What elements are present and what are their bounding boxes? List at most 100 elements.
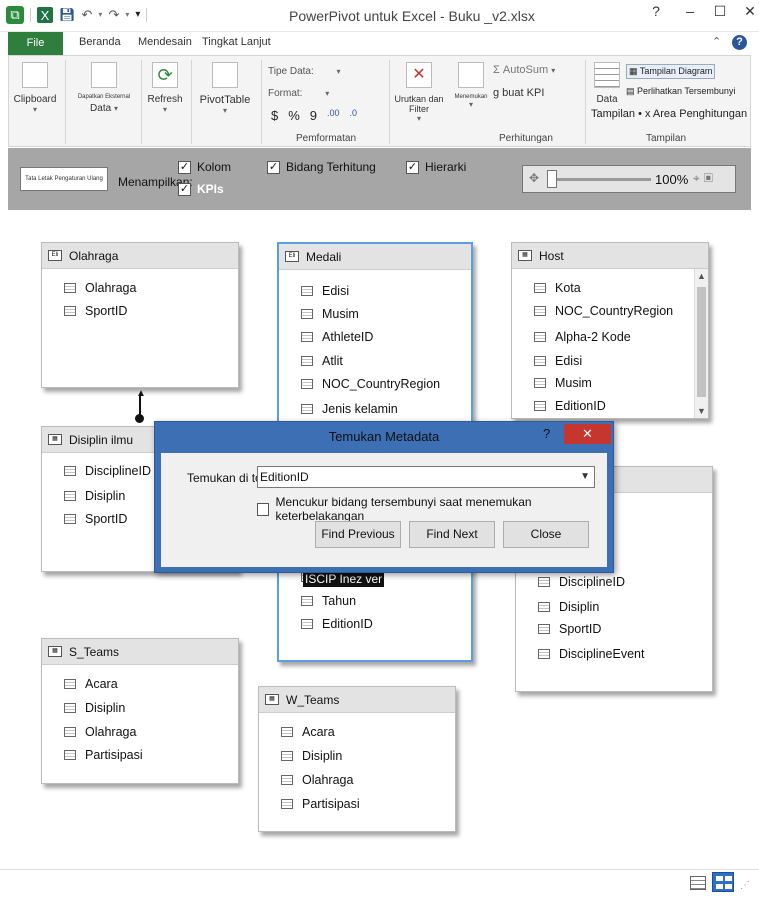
customize-qat-icon[interactable]: ▾ <box>135 6 140 24</box>
dialog-help-button[interactable]: ? <box>543 426 550 441</box>
field-item[interactable]: NOC_CountryRegion <box>301 377 440 391</box>
field-item[interactable]: Disiplin <box>64 489 125 503</box>
get-external-data-button[interactable]: Dapatkan Eksternal Data ▾ <box>69 62 139 114</box>
create-kpi-button[interactable]: g buat KPI <box>493 87 544 99</box>
minimize-button[interactable]: – <box>675 0 705 24</box>
table-scrollbar[interactable]: ▲ ▼ <box>694 269 708 418</box>
excel-icon[interactable]: X <box>37 7 53 23</box>
include-hidden-checkbox[interactable]: Mencukur bidang tersembunyi saat menemuk… <box>257 495 607 523</box>
field-item[interactable]: Partisipasi <box>64 748 143 762</box>
table-host[interactable]: ▦ Host Kota NOC_CountryRegion Alpha-2 Kod… <box>511 242 709 419</box>
table-s-teams[interactable]: ▦ S_Teams Acara Disiplin Olahraga Partisi… <box>41 638 239 784</box>
field-item[interactable]: Acara <box>281 725 335 739</box>
field-item[interactable]: Olahraga <box>64 281 136 295</box>
zoom-slider-thumb[interactable] <box>547 170 557 188</box>
undo-icon[interactable]: ↶ <box>82 6 93 24</box>
collapse-ribbon-icon[interactable]: ⌃ <box>712 35 721 48</box>
field-item[interactable]: SportID <box>64 304 127 318</box>
field-item[interactable]: DisciplineID <box>64 464 151 478</box>
table-olahraga[interactable]: Eli Olahraga Olahraga SportID <box>41 242 239 388</box>
dialog-cancel-button[interactable]: Close <box>503 521 589 548</box>
reset-layout-button[interactable]: Tata Letak Pengaturan Ulang <box>20 167 108 191</box>
diagram-view-icon[interactable] <box>712 872 734 892</box>
tab-design[interactable]: Mendesain <box>138 36 192 48</box>
field-item[interactable]: Disiplin <box>538 600 599 614</box>
pan-icon[interactable]: ✥ <box>529 171 539 185</box>
field-item[interactable]: Tahun <box>301 594 356 608</box>
tab-file[interactable]: File <box>8 32 63 55</box>
find-button[interactable]: Menemukan ▾ <box>449 62 493 109</box>
redo-dropdown-icon[interactable]: ▾ <box>125 6 129 24</box>
data-type-dropdown[interactable]: Tipe Data: ▾ <box>268 66 341 77</box>
scroll-up-icon[interactable]: ▲ <box>697 271 706 281</box>
field-item[interactable]: Musim <box>301 307 359 321</box>
field-item[interactable]: Alpha-2 Kode <box>534 330 631 344</box>
table-header[interactable]: ▦ Host <box>512 243 708 269</box>
field-item[interactable]: DisciplineEvent <box>538 647 644 661</box>
sort-filter-button[interactable]: ✕ Urutkan dan Filter ▾ <box>391 62 447 123</box>
format-dropdown[interactable]: Format: ▾ <box>268 88 329 99</box>
autosum-button[interactable]: Σ AutoSum ▾ <box>493 64 555 76</box>
find-previous-button[interactable]: Find Previous <box>315 521 401 548</box>
pivottable-button[interactable]: PivotTable ▾ <box>195 62 255 115</box>
close-button[interactable]: ✕ <box>735 0 759 24</box>
field-item[interactable]: SportID <box>538 622 601 636</box>
redo-icon[interactable]: ↷ <box>108 6 119 24</box>
save-icon[interactable]: 💾︎ <box>59 6 76 24</box>
help-button[interactable]: ? <box>641 0 671 24</box>
table-w-teams[interactable]: ▦ W_Teams Acara Disiplin Olahraga Partisi… <box>258 686 456 832</box>
increase-decimal-button[interactable]: .00 <box>327 108 340 123</box>
field-item[interactable]: SportID <box>64 512 127 526</box>
field-item[interactable]: AthleteID <box>301 330 373 344</box>
field-item[interactable]: Edisi <box>534 354 582 368</box>
field-item[interactable]: Olahraga <box>281 773 353 787</box>
fit-to-screen-icon[interactable]: ⌖▣ <box>693 171 717 186</box>
table-header[interactable]: ▦ W_Teams <box>259 687 455 713</box>
find-next-button[interactable]: Find Next <box>409 521 495 548</box>
comma-button[interactable]: 9 <box>310 108 317 123</box>
columns-checkbox[interactable]: ✓ Kolom <box>178 160 231 174</box>
find-what-combobox[interactable]: EditionID ▼ <box>257 466 595 488</box>
resize-grip-icon[interactable]: ⋰ <box>740 880 750 891</box>
table-header[interactable]: Eli Medali <box>279 244 471 270</box>
refresh-button[interactable]: ⟳ Refresh ▾ <box>143 62 187 114</box>
scrollbar-thumb[interactable] <box>697 287 706 397</box>
show-hidden-button[interactable]: ▤ Perlihatkan Tersembunyi <box>626 86 735 97</box>
field-item[interactable]: Acara <box>64 677 118 691</box>
chevron-down-icon[interactable]: ▼ <box>580 467 590 487</box>
tab-home[interactable]: Beranda <box>79 36 121 48</box>
table-header[interactable]: ▦ S_Teams <box>42 639 238 665</box>
field-item[interactable]: DisciplineID <box>538 575 625 589</box>
field-item[interactable]: Atlit <box>301 354 343 368</box>
maximize-button[interactable]: ☐ <box>705 0 735 24</box>
tab-advanced[interactable]: Tingkat Lanjut <box>202 36 271 48</box>
field-item[interactable]: Edisi <box>301 284 349 298</box>
field-item[interactable]: Partisipasi <box>281 797 360 811</box>
hierarchies-checkbox[interactable]: ✓ Hierarki <box>406 160 466 174</box>
grid-view-icon[interactable] <box>690 876 706 890</box>
table-header[interactable]: Eli Olahraga <box>42 243 238 269</box>
field-item[interactable]: Olahraga <box>64 725 136 739</box>
calculation-area-button[interactable]: Tampilan • x Area Penghitungan <box>591 108 747 120</box>
field-item[interactable]: Disiplin <box>281 749 342 763</box>
undo-dropdown-icon[interactable]: ▾ <box>98 6 102 24</box>
zoom-slider-track[interactable] <box>551 178 651 181</box>
field-item[interactable]: EditionID <box>301 617 373 631</box>
field-item[interactable]: NOC_CountryRegion <box>534 304 673 318</box>
clipboard-button[interactable]: Clipboard ▾ <box>13 62 57 114</box>
field-item[interactable]: EditionID <box>534 399 606 413</box>
field-item[interactable]: Disiplin <box>64 701 125 715</box>
kpis-checkbox[interactable]: ✓ KPIs <box>178 182 224 196</box>
currency-button[interactable]: $ <box>271 108 278 123</box>
decrease-decimal-button[interactable]: .0 <box>350 108 358 123</box>
field-item[interactable]: Jenis kelamin <box>301 402 398 416</box>
calculated-fields-checkbox[interactable]: ✓ Bidang Terhitung <box>267 160 376 174</box>
field-item[interactable]: Musim <box>534 376 592 390</box>
dialog-close-button[interactable]: ✕ <box>564 424 611 444</box>
checkbox-box[interactable] <box>257 502 270 516</box>
powerpivot-app-icon[interactable]: ⧉ <box>6 6 24 24</box>
diagram-view-button[interactable]: ▦ Tampilan Diagram <box>626 64 716 79</box>
percent-button[interactable]: % <box>288 108 300 123</box>
scroll-down-icon[interactable]: ▼ <box>697 406 706 416</box>
data-view-button[interactable]: Data <box>587 62 627 105</box>
